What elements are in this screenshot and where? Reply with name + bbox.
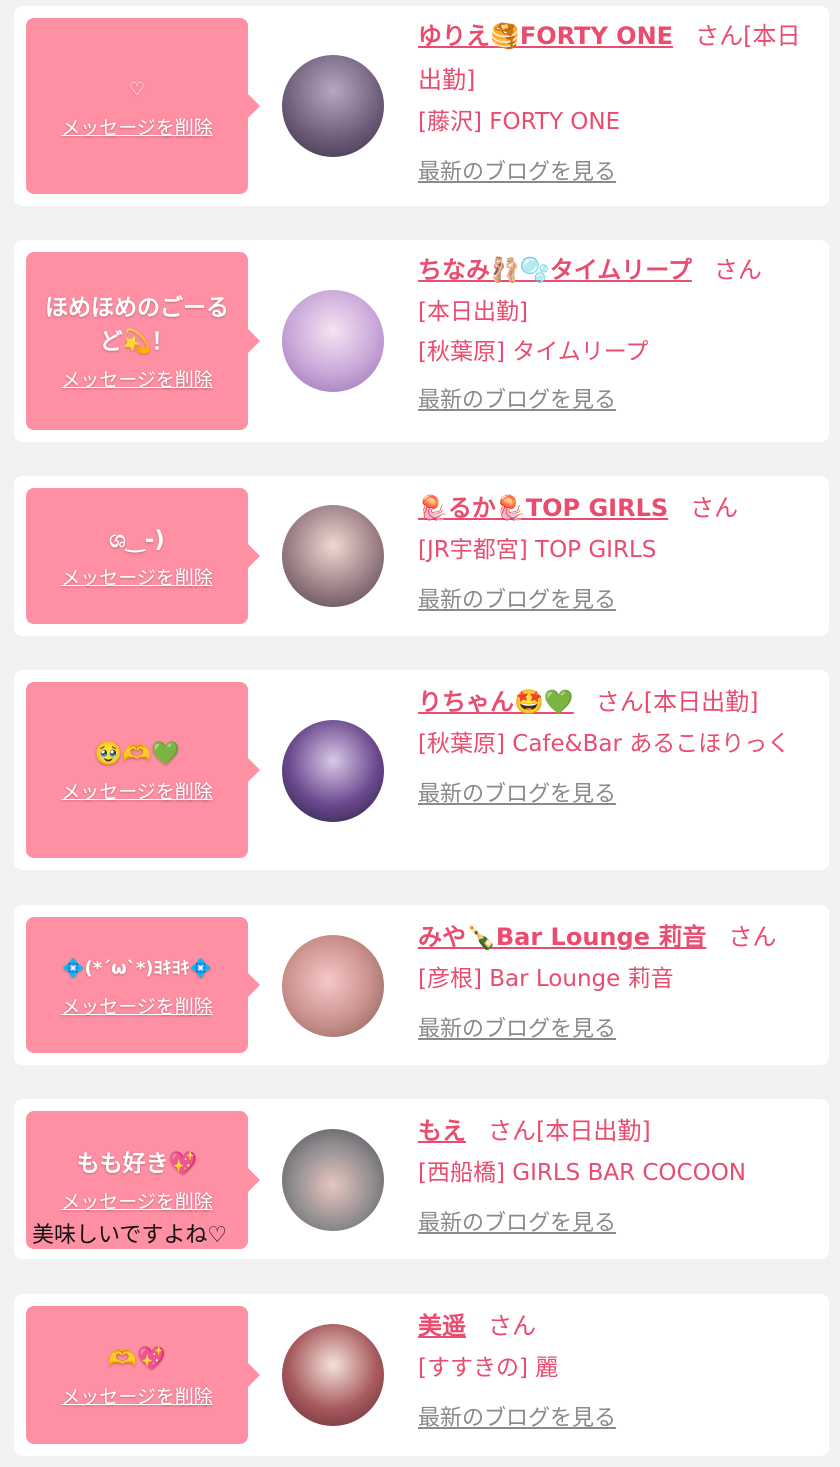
- message-bubble: ほめほめのごーるど💫！ メッセージを削除: [26, 252, 260, 430]
- work-status: [本日出勤]: [418, 299, 528, 325]
- name-line: ちなみ🩰🫧タイムリープ さん: [418, 248, 810, 292]
- cast-info: ゆりえ🥞FORTY ONE さん[本日出勤] [藤沢] FORTY ONE 最新の…: [418, 14, 810, 186]
- message-card: 💠(*´ω`*)ﾖｷﾖｷ💠 メッセージを削除 みや🍾Bar Lounge 莉音さ…: [14, 905, 829, 1065]
- honorific: さん: [488, 1312, 536, 1340]
- message-card: 🥹🫶💚 メッセージを削除 りちゃん🤩💚 さん[本日出勤] [秋葉原] Cafe&B…: [14, 670, 829, 870]
- message-card: 🫶💖 メッセージを削除 美遥 さん [すすきの] 麗 最新のブログを見る: [14, 1294, 829, 1456]
- name-line: りちゃん🤩💚 さん[本日出勤]: [418, 680, 810, 724]
- message-bubble: ♡ メッセージを削除: [26, 18, 260, 194]
- name-line: 美遥 さん: [418, 1304, 810, 1348]
- message-card: もも好き💖 メッセージを削除 美味しいですよね♡ もえ さん[本日出勤] [西船橋…: [14, 1099, 829, 1259]
- cast-info: 🪼るか🪼TOP GIRLS さん [JR宇都宮] TOP GIRLS 最新のブログ…: [418, 486, 810, 614]
- honorific: さん[本日出勤]: [595, 688, 759, 716]
- message-bubble: 🫶💖 メッセージを削除: [26, 1306, 260, 1444]
- message-text: ශ‿-): [109, 526, 165, 553]
- honorific: さん[本日出勤]: [488, 1117, 651, 1145]
- cast-name-link[interactable]: ちなみ🩰🫧タイムリープ: [418, 256, 692, 284]
- message-card: ශ‿-) メッセージを削除 🪼るか🪼TOP GIRLS さん [JR宇都宮] TO…: [14, 476, 829, 636]
- message-text: 💠(*´ω`*)ﾖｷﾖｷ💠: [62, 957, 212, 979]
- avatar[interactable]: [282, 290, 384, 392]
- honorific: さん: [728, 923, 777, 951]
- name-line: 🪼るか🪼TOP GIRLS さん: [418, 486, 810, 530]
- name-line: みや🍾Bar Lounge 莉音 さん: [418, 915, 810, 959]
- avatar[interactable]: [282, 1324, 384, 1426]
- message-list: ♡ メッセージを削除 ゆりえ🥞FORTY ONE さん[本日出勤] [藤沢] FO…: [0, 0, 840, 1467]
- latest-blog-link[interactable]: 最新のブログを見る: [418, 1400, 616, 1432]
- delete-message-link[interactable]: メッセージを削除: [61, 113, 213, 140]
- cast-name-link[interactable]: りちゃん🤩💚: [418, 688, 574, 716]
- cast-name-link[interactable]: もえ: [418, 1117, 466, 1145]
- shop-name: [藤沢] FORTY ONE: [418, 109, 621, 135]
- cast-info: 美遥 さん [すすきの] 麗 最新のブログを見る: [418, 1304, 810, 1432]
- message-text: もも好き💖: [76, 1150, 198, 1177]
- cast-info: みや🍾Bar Lounge 莉音 さん [彦根] Bar Lounge 莉音 最新…: [418, 915, 810, 1043]
- cast-name-link[interactable]: ゆりえ🥞FORTY ONE: [418, 22, 673, 50]
- latest-blog-link[interactable]: 最新のブログを見る: [418, 382, 616, 414]
- avatar[interactable]: [282, 505, 384, 607]
- shop-name: [西船橋] GIRLS BAR COCOON: [418, 1160, 747, 1186]
- shop-name: [彦根] Bar Lounge 莉音: [418, 966, 674, 992]
- delete-message-link[interactable]: メッセージを削除: [61, 777, 213, 804]
- shop-name: [秋葉原] Cafe&Bar あるこほりっく: [418, 731, 791, 757]
- message-bubble: 💠(*´ω`*)ﾖｷﾖｷ💠 メッセージを削除: [26, 917, 260, 1053]
- latest-blog-link[interactable]: 最新のブログを見る: [418, 776, 616, 808]
- shop-name: [JR宇都宮] TOP GIRLS: [418, 537, 657, 563]
- latest-blog-link[interactable]: 最新のブログを見る: [418, 1011, 616, 1043]
- cast-info: もえ さん[本日出勤] [西船橋] GIRLS BAR COCOON 最新のブログ…: [418, 1109, 810, 1237]
- latest-blog-link[interactable]: 最新のブログを見る: [418, 582, 616, 614]
- avatar[interactable]: [282, 935, 384, 1037]
- message-text: 🥹🫶💚: [94, 740, 180, 767]
- message-card: ♡ メッセージを削除 ゆりえ🥞FORTY ONE さん[本日出勤] [藤沢] FO…: [14, 6, 829, 206]
- cast-info: りちゃん🤩💚 さん[本日出勤] [秋葉原] Cafe&Bar あるこほりっく 最新…: [418, 680, 810, 808]
- delete-message-link[interactable]: メッセージを削除: [61, 563, 213, 590]
- message-note: 美味しいですよね♡: [32, 1223, 228, 1248]
- honorific: さん: [713, 256, 762, 284]
- name-line: もえ さん[本日出勤]: [418, 1109, 810, 1153]
- delete-message-link[interactable]: メッセージを削除: [61, 1187, 213, 1214]
- delete-message-link[interactable]: メッセージを削除: [61, 992, 213, 1019]
- message-text: 🫶💖: [108, 1345, 166, 1372]
- message-text: ♡: [128, 78, 146, 100]
- delete-message-link[interactable]: メッセージを削除: [61, 365, 213, 392]
- cast-name-link[interactable]: みや🍾Bar Lounge 莉音: [418, 923, 706, 951]
- avatar[interactable]: [282, 1129, 384, 1231]
- honorific: さん: [690, 494, 739, 522]
- name-line: ゆりえ🥞FORTY ONE さん[本日出勤]: [418, 14, 810, 102]
- cast-name-link[interactable]: 美遥: [418, 1312, 466, 1340]
- message-text: ほめほめのごーるど💫！: [45, 294, 229, 355]
- shop-name: [すすきの] 麗: [418, 1355, 559, 1381]
- latest-blog-link[interactable]: 最新のブログを見る: [418, 1205, 616, 1237]
- delete-message-link[interactable]: メッセージを削除: [61, 1382, 213, 1409]
- message-bubble: ශ‿-) メッセージを削除: [26, 488, 260, 624]
- message-card: ほめほめのごーるど💫！ メッセージを削除 ちなみ🩰🫧タイムリープ さん [本日出勤…: [14, 240, 829, 442]
- cast-name-link[interactable]: 🪼るか🪼TOP GIRLS: [418, 494, 668, 522]
- avatar[interactable]: [282, 720, 384, 822]
- cast-info: ちなみ🩰🫧タイムリープ さん [本日出勤] [秋葉原] タイムリープ 最新のブログ…: [418, 248, 810, 414]
- avatar[interactable]: [282, 55, 384, 157]
- message-bubble: 🥹🫶💚 メッセージを削除: [26, 682, 260, 858]
- shop-name: [秋葉原] タイムリープ: [418, 339, 649, 365]
- latest-blog-link[interactable]: 最新のブログを見る: [418, 154, 616, 186]
